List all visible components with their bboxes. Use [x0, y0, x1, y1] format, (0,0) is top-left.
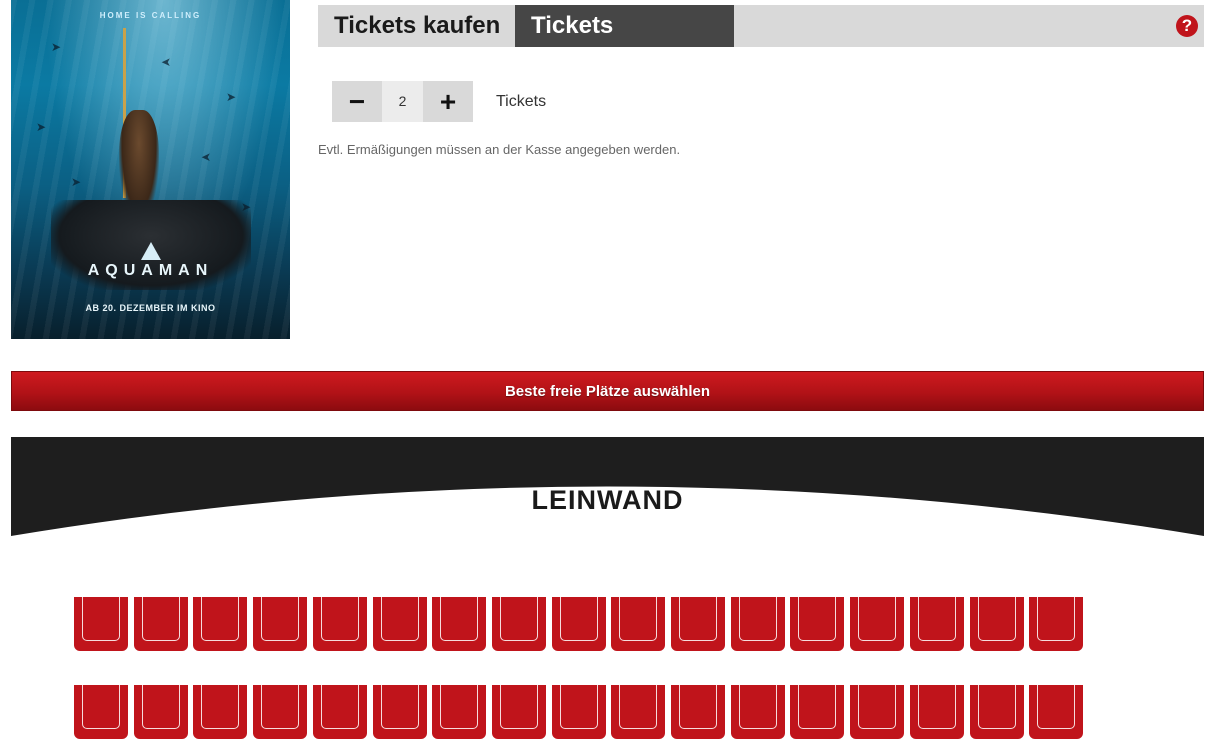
shark-icon: ➤ — [161, 55, 172, 69]
seat[interactable] — [611, 685, 665, 739]
seat[interactable] — [134, 597, 188, 651]
seat[interactable] — [492, 597, 546, 651]
seat[interactable] — [671, 597, 725, 651]
seat[interactable] — [910, 597, 964, 651]
seat[interactable] — [373, 597, 427, 651]
seat[interactable] — [552, 685, 606, 739]
seat[interactable] — [731, 685, 785, 739]
seat[interactable] — [731, 597, 785, 651]
shark-icon: ➤ — [226, 90, 237, 104]
decrease-button[interactable]: − — [332, 81, 382, 122]
seat[interactable] — [671, 685, 725, 739]
seat[interactable] — [970, 597, 1024, 651]
shark-icon: ➤ — [36, 120, 47, 134]
question-circle-icon[interactable]: ? — [1176, 15, 1198, 37]
seat[interactable] — [74, 685, 128, 739]
seat[interactable] — [313, 597, 367, 651]
seat[interactable] — [432, 597, 486, 651]
seat[interactable] — [790, 685, 844, 739]
ticket-quantity-stepper: − 2 + — [332, 81, 473, 122]
aquaman-logo-icon — [141, 242, 161, 260]
seat[interactable] — [313, 685, 367, 739]
seat[interactable] — [552, 597, 606, 651]
discount-note: Evtl. Ermäßigungen müssen an der Kasse a… — [318, 142, 681, 157]
ticket-quantity-value: 2 — [382, 81, 423, 122]
poster-tagline: HOME IS CALLING — [99, 11, 202, 20]
seat[interactable] — [970, 685, 1024, 739]
seat[interactable] — [850, 685, 904, 739]
poster-title: AQUAMAN — [87, 262, 214, 279]
seat[interactable] — [432, 685, 486, 739]
seat[interactable] — [1029, 685, 1083, 739]
seat[interactable] — [134, 685, 188, 739]
cinema-screen: LEINWAND — [11, 437, 1204, 537]
shark-icon: ➤ — [51, 40, 62, 54]
tab-tickets-kaufen[interactable]: Tickets kaufen — [318, 5, 516, 47]
best-seats-button[interactable]: Beste freie Plätze auswählen — [11, 371, 1204, 411]
seat[interactable] — [253, 685, 307, 739]
screen-label: LEINWAND — [531, 485, 684, 515]
movie-poster: HOME IS CALLING ➤ ➤ ➤ ➤ ➤ ➤ ➤ AQUAMAN AB… — [11, 0, 290, 339]
ticket-mode-tabs: Tickets kaufen Tickets reservieren ? — [318, 5, 1204, 81]
poster-release-date: AB 20. DEZEMBER IM KINO — [85, 303, 216, 313]
seat[interactable] — [193, 685, 247, 739]
seat[interactable] — [74, 597, 128, 651]
seat[interactable] — [790, 597, 844, 651]
shark-icon: ➤ — [71, 175, 82, 189]
seat[interactable] — [850, 597, 904, 651]
increase-button[interactable]: + — [423, 81, 473, 122]
seat[interactable] — [1029, 597, 1083, 651]
seat[interactable] — [253, 597, 307, 651]
seat[interactable] — [492, 685, 546, 739]
tickets-label: Tickets — [496, 93, 547, 110]
seat[interactable] — [193, 597, 247, 651]
seat[interactable] — [910, 685, 964, 739]
shark-icon: ➤ — [201, 150, 212, 164]
tab-tickets-reservieren[interactable]: Tickets reservieren — [515, 5, 734, 81]
seat[interactable] — [611, 597, 665, 651]
seat[interactable] — [373, 685, 427, 739]
